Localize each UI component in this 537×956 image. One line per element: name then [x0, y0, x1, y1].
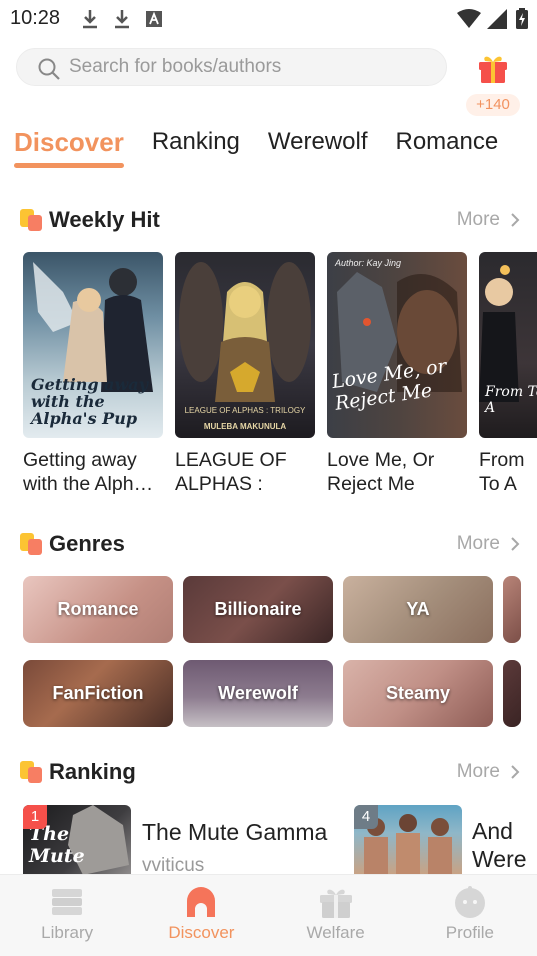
book-cover-title: Getting away with the Alpha's Pup	[31, 375, 148, 428]
nav-label: Profile	[445, 923, 494, 942]
genre-label: Steamy	[385, 683, 451, 703]
system-icons	[457, 8, 529, 30]
book-cover-title: LEAGUE OF ALPHAS : TRILOGY	[184, 406, 306, 415]
wifi-icon	[457, 9, 481, 28]
search-icon	[38, 58, 60, 80]
download-icon	[115, 10, 129, 29]
status-time: 10:28	[10, 7, 61, 29]
font-icon	[146, 11, 162, 27]
nav-library[interactable]: Library	[0, 875, 134, 956]
tab-romance[interactable]: Romance	[396, 124, 499, 164]
library-icon	[52, 889, 83, 915]
bottom-nav: Library Discover Welfare Profile	[0, 874, 537, 956]
book-card[interactable]: Getting away with the Alpha's Pup Gettin…	[23, 252, 163, 496]
gift-button[interactable]: +140	[466, 46, 520, 122]
gift-icon	[479, 56, 507, 83]
genre-label: YA	[406, 599, 430, 619]
book-cover-author: Author: Kay Jing	[335, 258, 402, 268]
more-label: More	[456, 761, 500, 782]
section-flag-icon	[20, 761, 42, 783]
book-cover: LEAGUE OF ALPHAS : TRILOGY MULEBA MAKUNU…	[175, 252, 315, 438]
profile-icon	[454, 886, 485, 918]
book-cover: Author: Kay Jing Love Me, or Reject Me	[327, 252, 467, 438]
more-label: More	[456, 533, 500, 554]
ranking-header: Ranking More	[20, 759, 520, 791]
more-label: More	[456, 209, 500, 230]
genre-werewolf[interactable]: Werewolf	[183, 660, 333, 727]
section-flag-icon	[20, 533, 42, 555]
notification-icons	[80, 8, 164, 30]
book-cover-title: From To A	[485, 384, 537, 416]
nav-discover[interactable]: Discover	[134, 875, 268, 956]
genre-romance[interactable]: Romance	[23, 576, 173, 643]
genres-header: Genres More	[20, 531, 520, 563]
weekly-hit-more-button[interactable]: More	[457, 209, 520, 231]
section-flag-icon	[20, 209, 42, 231]
book-title: LEAGUE OF ALPHAS : TRI…	[175, 449, 287, 495]
tab-discover[interactable]: Discover	[14, 124, 124, 168]
genre-label: Romance	[57, 599, 139, 619]
discover-icon	[187, 887, 216, 917]
book-card[interactable]: LEAGUE OF ALPHAS : TRILOGY MULEBA MAKUNU…	[175, 252, 315, 496]
chevron-right-icon	[511, 765, 520, 779]
weekly-hit-title: Weekly Hit	[49, 207, 160, 232]
genre-label: Werewolf	[218, 683, 298, 703]
gift-icon	[319, 889, 352, 918]
rank-title: The Mute Gamma	[142, 819, 328, 845]
genre-more-tile[interactable]	[503, 576, 521, 643]
chevron-right-icon	[511, 537, 520, 551]
search-input[interactable]	[69, 49, 429, 85]
rank-cover-title: The Mute	[29, 823, 85, 867]
tab-werewolf[interactable]: Werewolf	[268, 124, 368, 164]
genres-title: Genres	[49, 531, 125, 556]
genre-label: FanFiction	[52, 683, 144, 703]
nav-label: Welfare	[306, 923, 365, 942]
book-title: From To A	[479, 449, 525, 495]
gift-badge: +140	[466, 94, 520, 116]
download-icon	[83, 10, 97, 29]
nav-label: Discover	[168, 923, 235, 942]
nav-label: Library	[41, 923, 94, 942]
ranking-item[interactable]: The Mute 1 The Mute Gamma vviticus	[23, 805, 343, 876]
genre-steamy[interactable]: Steamy	[343, 660, 493, 727]
signal-icon	[487, 9, 507, 29]
genre-label: Billionaire	[214, 599, 302, 619]
category-tabs: Discover Ranking Werewolf Romance	[14, 124, 526, 174]
status-bar: 10:28	[0, 0, 537, 36]
book-title: Getting away with the Alph…	[23, 449, 154, 495]
genre-more-tile[interactable]	[503, 660, 521, 727]
book-card[interactable]: Author: Kay Jing Love Me, or Reject Me L…	[327, 252, 467, 496]
nav-profile[interactable]: Profile	[403, 875, 537, 956]
book-cover-author: MULEBA MAKUNULA	[203, 422, 287, 431]
tab-ranking[interactable]: Ranking	[152, 124, 240, 164]
ranking-more-button[interactable]: More	[457, 761, 520, 783]
ranking-item[interactable]: 4 And Were	[354, 805, 537, 875]
weekly-hit-header: Weekly Hit More	[20, 207, 520, 239]
search-bar[interactable]	[16, 48, 447, 86]
book-title: Love Me, Or Reject Me	[327, 449, 435, 495]
book-cover: Getting away with the Alpha's Pup	[23, 252, 163, 438]
rank-badge: 1	[23, 805, 47, 829]
book-cover: From To A	[479, 252, 537, 438]
ranking-title: Ranking	[49, 759, 136, 784]
book-card[interactable]: From To A From To A	[479, 252, 537, 496]
chevron-right-icon	[511, 213, 520, 227]
battery-icon	[516, 8, 528, 29]
rank-title: And Were	[472, 818, 527, 872]
rank-badge: 4	[354, 805, 378, 829]
genre-billionaire[interactable]: Billionaire	[183, 576, 333, 643]
nav-welfare[interactable]: Welfare	[269, 875, 403, 956]
genre-ya[interactable]: YA	[343, 576, 493, 643]
genre-fanfiction[interactable]: FanFiction	[23, 660, 173, 727]
genres-more-button[interactable]: More	[457, 533, 520, 555]
